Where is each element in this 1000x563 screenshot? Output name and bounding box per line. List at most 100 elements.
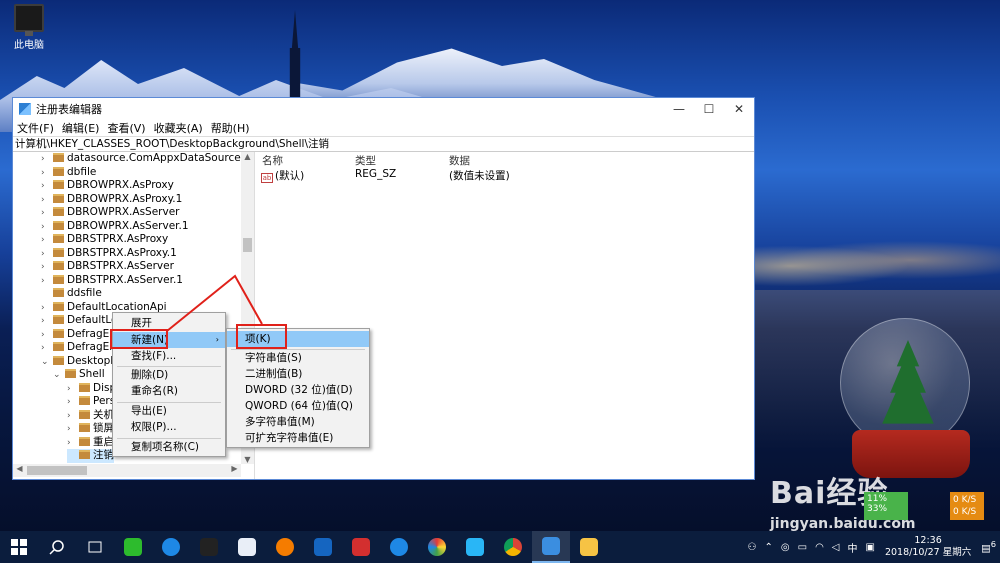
chevron-right-icon[interactable]: › [41,315,53,329]
keyboard-icon[interactable]: ▣ [866,542,875,553]
tree-item[interactable]: › 锁屏 [67,422,114,436]
tree-item[interactable]: › DBROWPRX.AsProxy [41,179,174,193]
taskbar-app-qq[interactable] [190,531,228,563]
taskbar-app-qq-blue[interactable] [456,531,494,563]
people-icon[interactable]: ⚇ [748,542,757,553]
scroll-right-arrow-icon[interactable]: ▶ [228,464,241,473]
taskbar-app-bird[interactable] [228,531,266,563]
submenu-item-binary-value[interactable]: 二进制值(B) [227,366,369,382]
menu-item-delete[interactable]: 删除(D) [113,367,225,383]
tree-item[interactable]: › DBRSTPRX.AsProxy [41,233,168,247]
ime-indicator[interactable]: 中 [848,540,858,555]
tray-app-icon[interactable]: ◎ [781,542,790,553]
clock[interactable]: 12:36 2018/10/27 星期六 [885,535,971,559]
taskbar-app-blue[interactable] [304,531,342,563]
chevron-right-icon[interactable]: › [67,423,79,437]
taskbar-app-wechat[interactable] [114,531,152,563]
tree-item[interactable]: › DBROWPRX.AsServer.1 [41,220,189,234]
submenu-item-dword-value[interactable]: DWORD (32 位)值(D) [227,382,369,398]
tree-item[interactable]: › DefragEn [41,328,116,342]
chevron-right-icon[interactable]: › [41,194,53,208]
chevron-right-icon[interactable]: › [41,302,53,316]
menu-item-find[interactable]: 查找(F)... [113,348,225,364]
taskbar-app-regedit[interactable] [532,531,570,563]
taskbar-app-chrome[interactable] [494,531,532,563]
menu-item-permissions[interactable]: 权限(P)... [113,419,225,435]
column-header-type[interactable]: 类型 [355,153,376,168]
chevron-right-icon[interactable]: › [41,207,53,221]
search-button[interactable] [38,531,76,563]
column-header-name[interactable]: 名称 [262,153,283,168]
scrollbar-thumb[interactable] [243,238,252,252]
wifi-icon[interactable]: ◠ [815,542,824,553]
notification-center-icon[interactable]: ▤6 [981,539,996,554]
chevron-right-icon[interactable]: › [41,221,53,235]
tree-item[interactable]: › Disp [67,382,116,396]
maximize-button[interactable]: ☐ [694,98,724,120]
submenu-item-string-value[interactable]: 字符串值(S) [227,350,369,366]
tree-item[interactable]: › DBROWPRX.AsProxy.1 [41,193,182,207]
menu-file[interactable]: 文件(F) [17,120,54,136]
chevron-right-icon[interactable]: › [67,396,79,410]
tree-item[interactable]: › DBRSTPRX.AsServer.1 [41,274,183,288]
this-pc-desktop-icon[interactable]: 此电脑 [6,4,52,51]
chevron-right-icon[interactable]: › [67,383,79,397]
taskbar-app-red[interactable] [342,531,380,563]
taskbar-app-k[interactable] [152,531,190,563]
chevron-down-icon[interactable]: ⌄ [41,356,53,370]
chevron-right-icon[interactable]: › [41,261,53,275]
taskbar-app-explorer[interactable] [570,531,608,563]
address-bar[interactable]: 计算机\HKEY_CLASSES_ROOT\DesktopBackground\… [13,136,754,152]
taskbar-app-colorful[interactable] [418,531,456,563]
chevron-right-icon[interactable]: › [41,248,53,262]
chevron-right-icon[interactable]: › [67,410,79,424]
menu-favorites[interactable]: 收藏夹(A) [154,120,203,136]
chevron-right-icon[interactable]: › [41,234,53,248]
tree-item[interactable]: › DBRSTPRX.AsServer [41,260,174,274]
chevron-right-icon[interactable]: › [41,167,53,181]
tree-item[interactable]: › DBRSTPRX.AsProxy.1 [41,247,177,261]
chevron-right-icon[interactable]: › [41,275,53,289]
tree-item[interactable]: › 重启 [67,436,114,450]
tree-item[interactable]: ddsfile [41,287,102,301]
value-name-cell[interactable]: ab (默认) [261,168,304,183]
tree-item[interactable]: › Pers [67,395,115,409]
chevron-right-icon[interactable]: › [41,153,53,167]
submenu-item-expandable-string-value[interactable]: 可扩充字符串值(E) [227,430,369,446]
task-view-button[interactable] [76,531,114,563]
taskbar-app-ie[interactable] [380,531,418,563]
tree-item[interactable]: › dbfile [41,166,96,180]
menu-item-rename[interactable]: 重命名(R) [113,383,225,399]
column-header-data[interactable]: 数据 [449,153,470,168]
taskbar-app-orange[interactable] [266,531,304,563]
close-button[interactable]: ✕ [724,98,754,120]
volume-icon[interactable]: ◁ [832,542,840,553]
menu-item-export[interactable]: 导出(E) [113,403,225,419]
scroll-down-arrow-icon[interactable]: ▼ [241,455,254,464]
tree-item[interactable]: › 关机 [67,409,114,423]
tree-item-selected[interactable]: 注销 [67,449,114,463]
start-button[interactable] [0,531,38,563]
battery-icon[interactable]: ▭ [798,542,807,553]
submenu-item-multi-string-value[interactable]: 多字符串值(M) [227,414,369,430]
chevron-up-icon[interactable]: ⌃ [764,542,772,553]
chevron-right-icon[interactable]: › [41,342,53,356]
chevron-down-icon[interactable]: ⌄ [53,369,65,383]
menu-view[interactable]: 查看(V) [107,120,145,136]
tree-item[interactable]: › DefaultLo [41,314,117,328]
chevron-right-icon[interactable]: › [67,437,79,451]
title-bar[interactable]: 注册表编辑器 — ☐ ✕ [13,98,754,120]
tree-item[interactable]: ⌄ Shell [53,368,105,382]
tree-horizontal-scrollbar[interactable]: ◀ ▶ [13,464,241,477]
tree-item[interactable]: › datasource.ComAppxDataSourceFacto [41,152,254,167]
menu-help[interactable]: 帮助(H) [211,120,250,136]
tree-item[interactable]: ⌄ DesktopE [41,355,117,369]
menu-item-copy-key-name[interactable]: 复制项名称(C) [113,439,225,455]
minimize-button[interactable]: — [664,98,694,120]
scroll-up-arrow-icon[interactable]: ▲ [241,152,254,161]
scroll-left-arrow-icon[interactable]: ◀ [13,464,26,473]
tree-item[interactable]: › DBROWPRX.AsServer [41,206,179,220]
scrollbar-thumb[interactable] [27,466,87,475]
submenu-item-qword-value[interactable]: QWORD (64 位)值(Q) [227,398,369,414]
menu-edit[interactable]: 编辑(E) [62,120,100,136]
